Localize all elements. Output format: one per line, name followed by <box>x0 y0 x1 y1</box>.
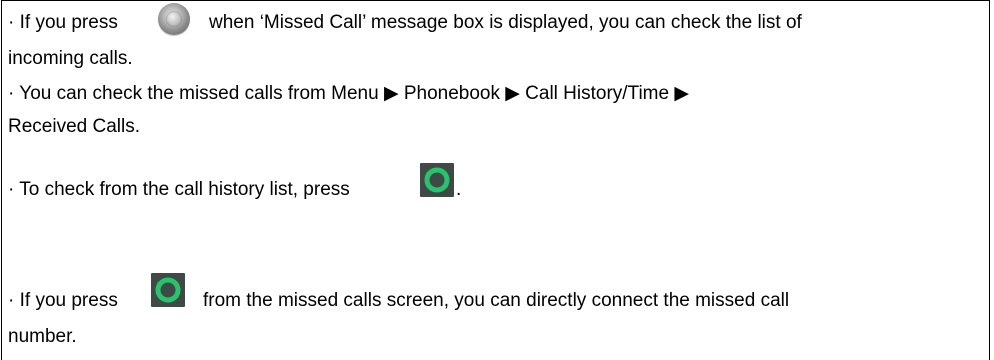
call-green-icon <box>151 273 185 307</box>
note-line-4: Received Calls. <box>8 116 140 137</box>
note-line-5-after: . <box>456 179 462 200</box>
note-line-1-before: · If you press <box>8 12 118 33</box>
note-line-6-after: from the missed calls screen, you can di… <box>203 290 790 311</box>
note-line-3: · You can check the missed calls from Me… <box>8 83 689 104</box>
call-green-icon <box>420 163 454 197</box>
note-line-1-after: when ‘Missed Call’ message box is displa… <box>209 12 802 33</box>
note-line-7: number. <box>8 326 77 347</box>
note-box: · If you press when ‘Missed Call’ messag… <box>1 0 990 360</box>
note-line-5-before: · To check from the call history list, p… <box>8 179 350 200</box>
note-line-2: incoming calls. <box>8 48 133 69</box>
note-line-6-before: · If you press <box>8 290 118 311</box>
menu-knob-icon <box>158 3 190 35</box>
